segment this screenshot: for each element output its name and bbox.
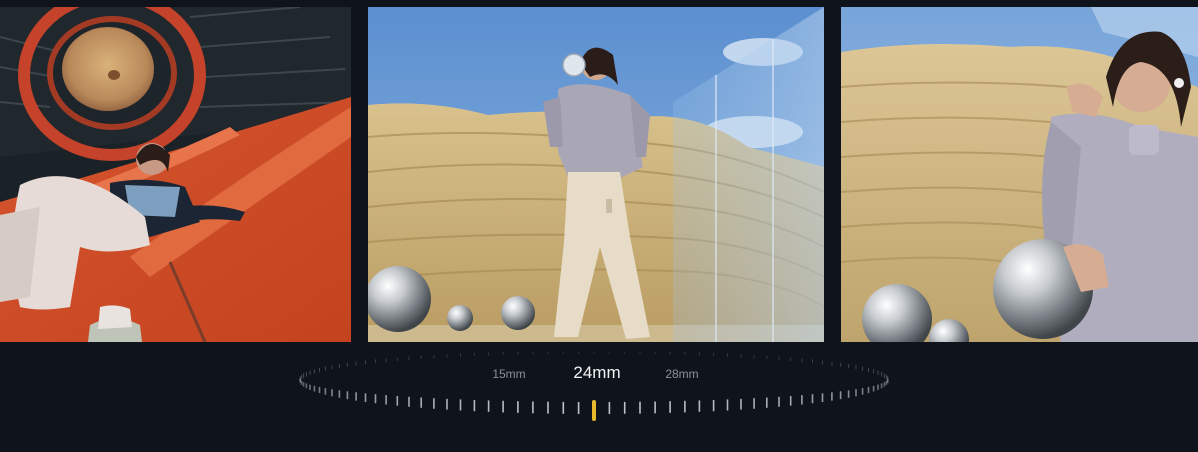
focal-option-15mm[interactable]: 15mm	[492, 367, 525, 381]
red-spiral-staircase-illustration	[0, 7, 351, 342]
sandstone-wall-photo[interactable]	[368, 7, 824, 342]
selected-focal-indicator	[592, 400, 596, 421]
closeup-sandstone-photo[interactable]	[841, 7, 1198, 342]
focal-option-28mm[interactable]: 28mm	[665, 367, 698, 381]
photo-gallery	[0, 7, 1198, 342]
red-spiral-staircase-photo[interactable]	[0, 7, 351, 342]
focal-option-24mm[interactable]: 24mm	[573, 363, 620, 383]
closeup-sandstone-illustration	[841, 7, 1198, 342]
focal-length-dial[interactable]: 15mm 24mm 28mm	[297, 352, 891, 432]
sandstone-wall-illustration	[368, 7, 824, 342]
camera-lens-showcase: 15mm 24mm 28mm	[0, 0, 1198, 452]
